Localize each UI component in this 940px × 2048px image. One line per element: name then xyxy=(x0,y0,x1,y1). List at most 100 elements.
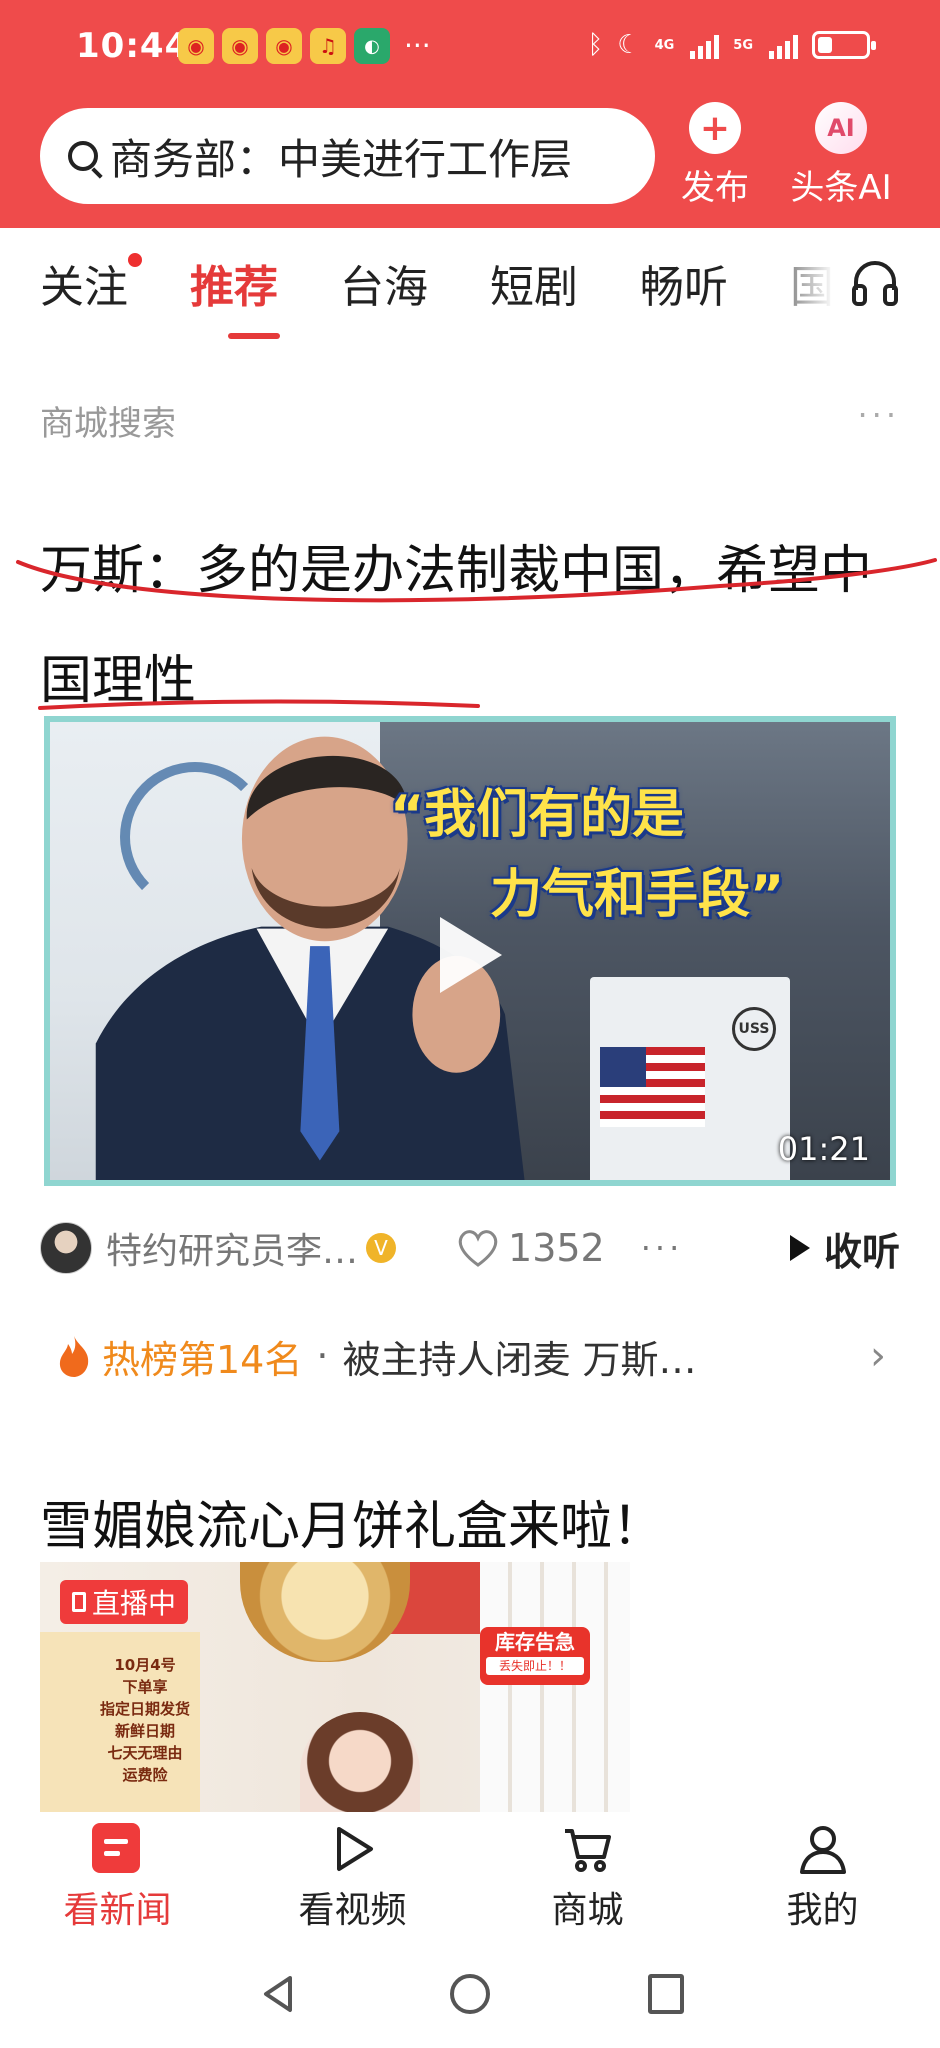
steel-plant-building: USS xyxy=(590,977,790,1180)
carrier-icon: ◐ xyxy=(354,28,390,64)
article-meta: 特约研究员李… V 1352 ··· 收听 xyxy=(40,1220,900,1276)
host-image xyxy=(300,1712,420,1812)
publish-label: 发布 xyxy=(681,168,749,208)
status-bar: 10:44 ◉ ◉ ◉ ♫ ◐ ··· ᛒ ☾ 4G 5G xyxy=(0,0,940,100)
notification-icons: ◉ ◉ ◉ ♫ ◐ ··· xyxy=(178,28,431,64)
music-icon: ♫ xyxy=(310,28,346,64)
home-icon[interactable] xyxy=(450,1974,490,2014)
tab-listen[interactable]: 畅听 xyxy=(640,251,728,315)
tab-label: 短剧 xyxy=(490,262,578,313)
nav-news[interactable]: 看新闻 xyxy=(0,1812,235,1944)
like-button[interactable]: 1352 xyxy=(456,1226,605,1270)
heart-icon xyxy=(458,1230,498,1267)
promo-line: 运费险 xyxy=(122,1766,168,1784)
hot-list-entry[interactable]: 热榜第14名 · 被主持人闭麦 万斯… › xyxy=(56,1328,886,1384)
status-time: 10:44 xyxy=(76,26,190,66)
search-bar[interactable]: 商务部：中美进行工作层 xyxy=(40,108,655,204)
tab-label: 推荐 xyxy=(190,262,278,313)
tab-follow[interactable]: 关注 xyxy=(40,251,142,315)
hot-topic-text: 被主持人闭麦 万斯… xyxy=(342,1337,697,1382)
tab-taihai[interactable]: 台海 xyxy=(340,251,428,315)
nav-video[interactable]: 看视频 xyxy=(235,1812,470,1944)
news-icon xyxy=(91,1823,144,1875)
live-label: 直播中 xyxy=(92,1587,177,1620)
battery-icon xyxy=(812,31,876,59)
live-stream-thumbnail[interactable]: 10月4号 下单享 指定日期发货 新鲜日期 七天无理由 运费险 直播中 库存告急… xyxy=(40,1562,630,1812)
mooncake-image xyxy=(240,1562,410,1662)
listen-button[interactable]: 收听 xyxy=(789,1221,900,1276)
like-count: 1352 xyxy=(508,1226,605,1270)
system-status-icons: ᛒ ☾ 4G 5G xyxy=(587,30,876,60)
listen-label: 收听 xyxy=(823,1229,900,1274)
nav-profile[interactable]: 我的 xyxy=(705,1812,940,1944)
top-header: 10:44 ◉ ◉ ◉ ♫ ◐ ··· ᛒ ☾ 4G 5G 商务部：中美进行工作… xyxy=(0,0,940,228)
weibo-icon: ◉ xyxy=(266,28,302,64)
system-nav-bar xyxy=(0,1944,940,2048)
hot-rank-label: 热榜第14名 xyxy=(102,1337,303,1382)
stock-alert-label: 库存告急 xyxy=(495,1630,575,1654)
section-label: 商城搜索 xyxy=(40,404,176,444)
play-icon xyxy=(336,1827,373,1871)
video-duration: 01:21 xyxy=(777,1130,870,1168)
signal-icon xyxy=(769,31,798,59)
video-thumbnail[interactable]: USS “我们有的是 力气和手段” 01:21 xyxy=(44,716,896,1186)
nav-label: 我的 xyxy=(786,1890,859,1931)
publish-button[interactable]: + 发布 xyxy=(660,102,770,212)
promo-line: 10月4号 xyxy=(114,1656,176,1674)
promo-line: 七天无理由 xyxy=(107,1744,183,1762)
ad-title[interactable]: 雪媚娘流心月饼礼盒来啦！ xyxy=(40,1484,664,1559)
plus-icon: + xyxy=(689,102,741,154)
cart-icon xyxy=(564,1829,611,1872)
back-icon[interactable] xyxy=(258,1974,298,2014)
video-caption-line-1: “我们有的是 xyxy=(390,785,685,845)
signal-icon xyxy=(690,31,720,59)
play-icon xyxy=(789,1235,810,1261)
weibo-icon: ◉ xyxy=(222,28,258,64)
ai-label: 头条AI xyxy=(790,168,892,208)
us-flag-image xyxy=(600,1047,705,1127)
network-type-label: 4G xyxy=(654,37,675,53)
bluetooth-icon: ᛒ xyxy=(587,30,604,60)
moon-icon: ☾ xyxy=(617,30,641,60)
verified-icon: V xyxy=(366,1233,397,1263)
tab-label: 台海 xyxy=(340,262,428,313)
author-name[interactable]: 特约研究员李… xyxy=(106,1222,358,1274)
nav-label: 商城 xyxy=(551,1890,624,1931)
chevron-right-icon: › xyxy=(870,1333,886,1379)
weibo-icon: ◉ xyxy=(178,28,214,64)
article-headline[interactable]: 万斯：多的是办法制裁中国，希望中国理性 xyxy=(40,516,900,736)
search-icon xyxy=(68,141,98,171)
live-badge: 直播中 xyxy=(60,1580,189,1624)
nav-label: 看新闻 xyxy=(63,1890,172,1931)
more-notifications-icon: ··· xyxy=(404,29,431,62)
more-options-icon[interactable]: ··· xyxy=(641,1229,684,1267)
live-icon xyxy=(72,1592,86,1612)
tab-recommend[interactable]: 推荐 xyxy=(190,251,280,339)
more-options-icon[interactable]: ··· xyxy=(857,396,900,434)
author-avatar[interactable] xyxy=(40,1222,92,1274)
promo-line: 下单享 xyxy=(122,1678,168,1696)
video-caption-line-2: 力气和手段” xyxy=(490,865,785,925)
headphones-icon[interactable] xyxy=(850,256,900,308)
tab-short-drama[interactable]: 短剧 xyxy=(490,251,578,315)
promo-line: 新鲜日期 xyxy=(114,1722,175,1740)
tab-label: 畅听 xyxy=(640,262,728,313)
promo-line: 指定日期发货 xyxy=(100,1700,191,1718)
play-icon[interactable] xyxy=(440,917,502,993)
separator: · xyxy=(316,1334,329,1378)
fire-icon xyxy=(59,1336,89,1377)
recent-apps-icon[interactable] xyxy=(648,1974,684,2014)
uss-logo: USS xyxy=(732,1007,776,1051)
bottom-nav: 看新闻 看视频 商城 我的 xyxy=(0,1812,940,1944)
stock-alert-sub: 丢失即止！！ xyxy=(486,1657,584,1675)
profile-icon xyxy=(799,1826,846,1874)
nav-label: 看视频 xyxy=(298,1890,407,1931)
nav-mall[interactable]: 商城 xyxy=(470,1812,705,1944)
ai-icon: AI xyxy=(815,102,867,154)
search-query: 商务部：中美进行工作层 xyxy=(110,134,573,184)
network-type-label: 5G xyxy=(733,37,753,53)
unread-dot xyxy=(128,253,142,267)
stock-alert-tag: 库存告急 丢失即止！！ xyxy=(480,1627,590,1685)
tab-label: 关注 xyxy=(40,262,128,313)
toutiao-ai-button[interactable]: AI 头条AI xyxy=(786,102,896,212)
